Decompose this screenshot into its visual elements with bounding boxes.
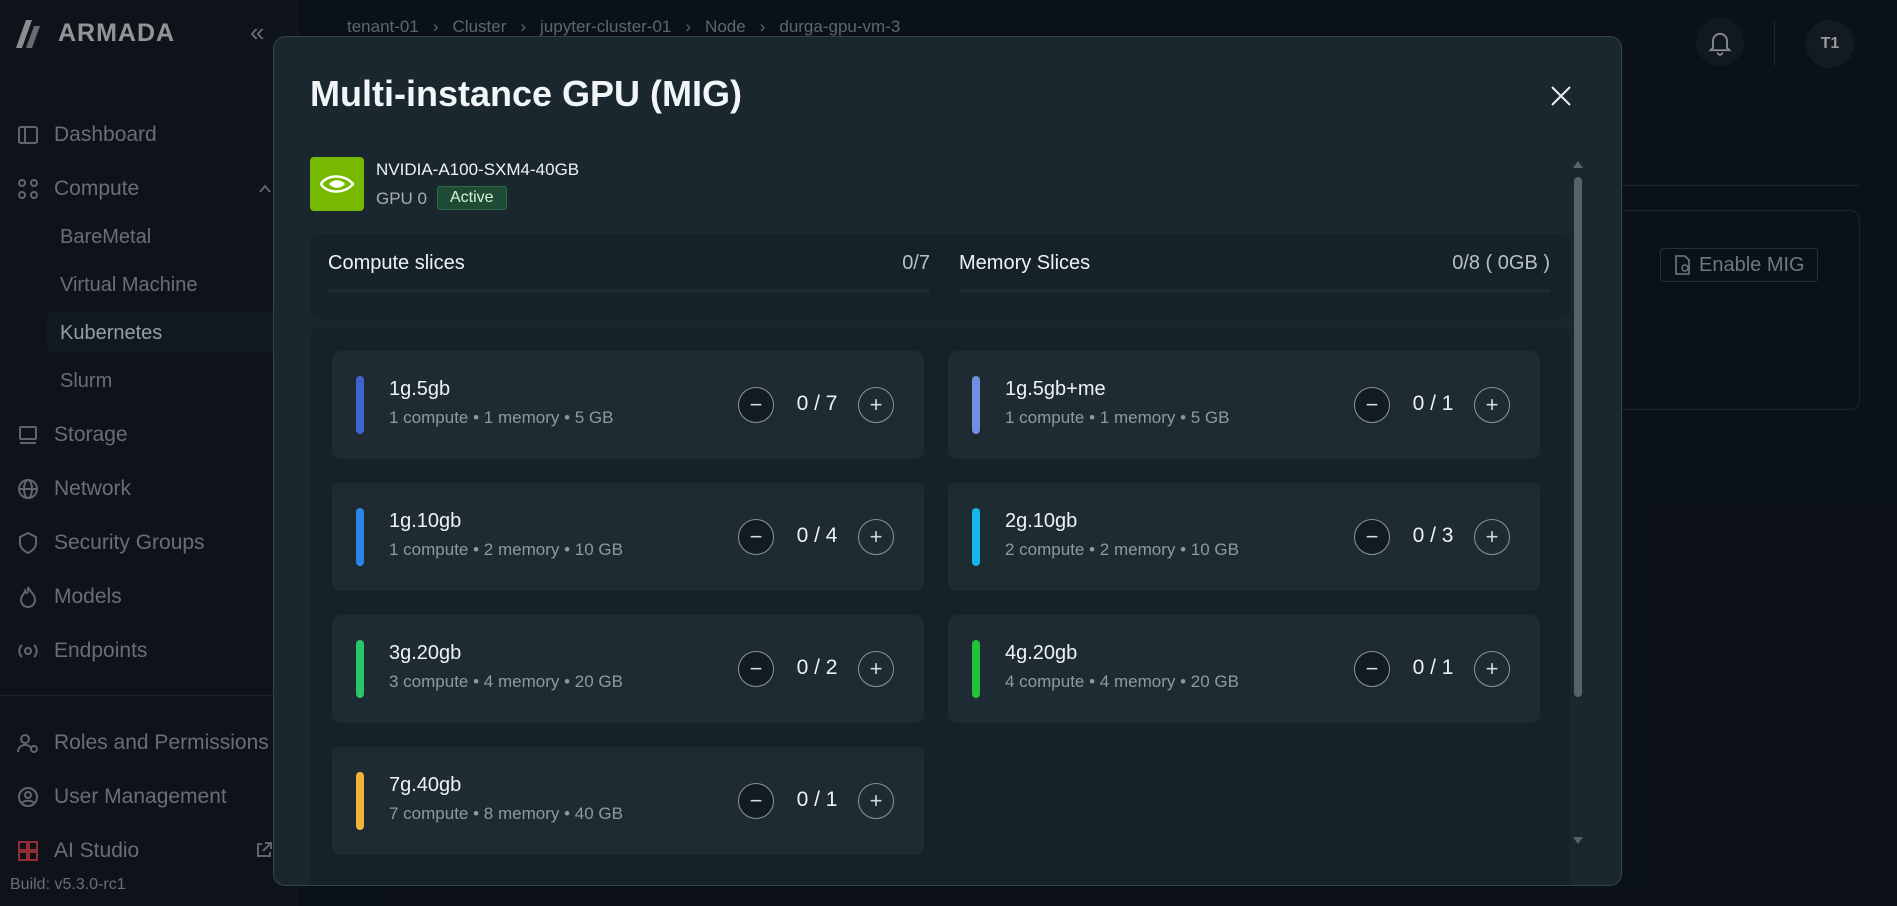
profile-name: 7g.40gb — [389, 774, 462, 796]
mig-profile-card: 3g.20gb 3 compute • 4 memory • 20 GB − 0… — [332, 615, 924, 723]
profile-description: 4 compute • 4 memory • 20 GB — [1005, 672, 1239, 691]
decrement-button[interactable]: − — [1354, 387, 1390, 423]
status-badge: Active — [437, 186, 507, 210]
mig-profile-card: 1g.5gb+me 1 compute • 1 memory • 5 GB − … — [948, 351, 1540, 459]
profile-description: 1 compute • 2 memory • 10 GB — [389, 540, 623, 559]
increment-button[interactable]: + — [1474, 651, 1510, 687]
profile-count: 0 / 1 — [1412, 656, 1454, 679]
slices-summary: Compute slices 0/7 Memory Slices 0/8 ( 0… — [310, 234, 1570, 319]
mig-modal: Multi-instance GPU (MIG) NVIDIA-A100-SXM… — [273, 36, 1622, 886]
profile-name: 1g.5gb+me — [1005, 378, 1106, 400]
profile-name: 1g.10gb — [389, 510, 462, 532]
gpu-index: GPU 0 — [376, 189, 428, 208]
profile-count: 0 / 1 — [1412, 392, 1454, 415]
profile-count: 0 / 3 — [1412, 524, 1454, 547]
scroll-up-arrow[interactable] — [1573, 161, 1583, 168]
profile-color-bar — [972, 640, 980, 698]
compute-slices-count: 0/7 — [902, 252, 930, 274]
decrement-button[interactable]: − — [738, 519, 774, 555]
decrement-button[interactable]: − — [1354, 651, 1390, 687]
profile-description: 7 compute • 8 memory • 40 GB — [389, 804, 623, 823]
profile-color-bar — [972, 508, 980, 566]
scrollbar-thumb[interactable] — [1574, 177, 1582, 697]
compute-slices-bar — [328, 289, 930, 293]
profile-color-bar — [356, 640, 364, 698]
decrement-button[interactable]: − — [738, 651, 774, 687]
profile-count: 0 / 7 — [796, 392, 838, 415]
profile-count: 0 / 4 — [796, 524, 838, 547]
increment-button[interactable]: + — [1474, 519, 1510, 555]
increment-button[interactable]: + — [858, 783, 894, 819]
increment-button[interactable]: + — [858, 387, 894, 423]
profile-description: 1 compute • 1 memory • 5 GB — [389, 408, 614, 427]
mig-profile-card: 1g.10gb 1 compute • 2 memory • 10 GB − 0… — [332, 483, 924, 591]
profile-color-bar — [972, 376, 980, 434]
profile-name: 3g.20gb — [389, 642, 462, 664]
profile-color-bar — [356, 376, 364, 434]
profile-color-bar — [356, 508, 364, 566]
compute-slices-label: Compute slices — [328, 252, 465, 274]
mig-profile-card: 2g.10gb 2 compute • 2 memory • 10 GB − 0… — [948, 483, 1540, 591]
decrement-button[interactable]: − — [738, 387, 774, 423]
memory-slices-count: 0/8 ( 0GB ) — [1452, 252, 1550, 274]
nvidia-logo-icon — [310, 157, 364, 211]
mig-profile-card: 4g.20gb 4 compute • 4 memory • 20 GB − 0… — [948, 615, 1540, 723]
profile-description: 1 compute • 1 memory • 5 GB — [1005, 408, 1230, 427]
profile-count: 0 / 1 — [796, 788, 838, 811]
mig-profiles-panel: 1g.5gb 1 compute • 1 memory • 5 GB − 0 /… — [310, 327, 1570, 885]
decrement-button[interactable]: − — [738, 783, 774, 819]
gpu-name: NVIDIA-A100-SXM4-40GB — [376, 160, 580, 179]
memory-slices-label: Memory Slices — [959, 252, 1091, 274]
increment-button[interactable]: + — [1474, 387, 1510, 423]
profile-description: 2 compute • 2 memory • 10 GB — [1005, 540, 1239, 559]
close-icon[interactable] — [1546, 81, 1576, 111]
profile-count: 0 / 2 — [796, 656, 838, 679]
modal-title: Multi-instance GPU (MIG) — [310, 73, 742, 114]
profile-name: 2g.10gb — [1005, 510, 1078, 532]
profile-description: 3 compute • 4 memory • 20 GB — [389, 672, 623, 691]
increment-button[interactable]: + — [858, 519, 894, 555]
profile-color-bar — [356, 772, 364, 830]
scroll-down-arrow[interactable] — [1573, 837, 1583, 844]
profile-name: 4g.20gb — [1005, 642, 1078, 664]
increment-button[interactable]: + — [858, 651, 894, 687]
mig-profile-card: 1g.5gb 1 compute • 1 memory • 5 GB − 0 /… — [332, 351, 924, 459]
profile-name: 1g.5gb — [389, 378, 451, 400]
mig-profile-card: 7g.40gb 7 compute • 8 memory • 40 GB − 0… — [332, 747, 924, 855]
memory-slices-bar — [959, 289, 1550, 293]
decrement-button[interactable]: − — [1354, 519, 1390, 555]
